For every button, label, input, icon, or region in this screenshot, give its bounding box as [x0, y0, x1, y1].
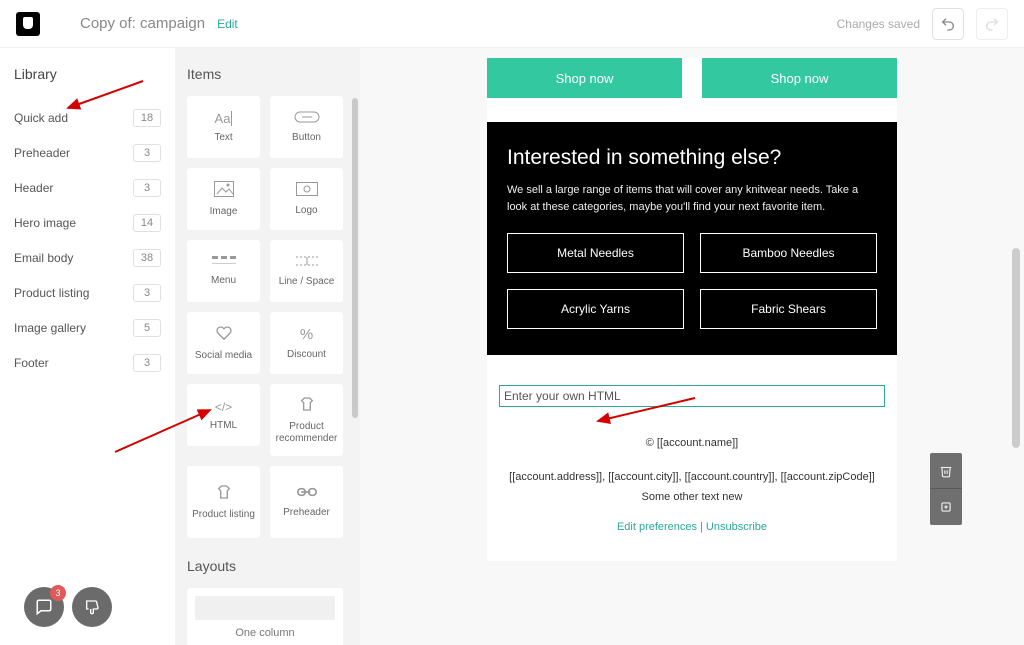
logo-icon [296, 182, 318, 199]
lib-item-quick-add[interactable]: Quick add18 [14, 100, 161, 135]
tile-discount[interactable]: %Discount [270, 312, 343, 374]
library-heading: Library [14, 66, 161, 82]
link-icon [297, 486, 317, 501]
undo-icon [940, 16, 956, 32]
tile-text[interactable]: AaText [187, 96, 260, 158]
heart-icon [215, 325, 233, 344]
block-toolbar [930, 453, 962, 525]
items-scrollbar[interactable] [352, 98, 358, 418]
category-btn-1[interactable]: Metal Needles [507, 233, 684, 273]
tile-button[interactable]: Button [270, 96, 343, 158]
section-body: We sell a large range of items that will… [507, 182, 877, 215]
lib-item-hero-image[interactable]: Hero image14 [14, 205, 161, 240]
app-logo[interactable] [16, 12, 40, 36]
feedback-thumbsdown-button[interactable] [72, 587, 112, 627]
menu-icon [212, 256, 236, 269]
lib-item-preheader[interactable]: Preheader3 [14, 135, 161, 170]
feedback-chat-button[interactable]: 3 [24, 587, 64, 627]
text-icon: Aa [215, 111, 233, 126]
tile-preheader[interactable]: Preheader [270, 466, 343, 538]
section-title: Interested in something else? [507, 146, 877, 170]
tile-html[interactable]: </>HTML [187, 384, 260, 446]
duplicate-block-button[interactable] [930, 489, 962, 525]
lib-item-product-listing[interactable]: Product listing3 [14, 275, 161, 310]
page-title: Copy of: campaign [80, 15, 205, 32]
canvas-scrollbar[interactable] [1012, 48, 1020, 645]
tile-image[interactable]: Image [187, 168, 260, 230]
undo-button[interactable] [932, 8, 964, 40]
edit-preferences-link[interactable]: Edit preferences [617, 521, 697, 533]
trash-icon [939, 464, 953, 478]
html-block-placeholder[interactable]: Enter your own HTML [499, 385, 885, 407]
unsubscribe-link[interactable]: Unsubscribe [706, 521, 767, 533]
chat-icon [35, 598, 53, 616]
tile-product-listing[interactable]: Product listing [187, 466, 260, 538]
layouts-heading: Layouts [187, 558, 348, 574]
items-panel: Items AaText Button Image Logo Menu Line… [175, 48, 360, 645]
items-heading: Items [187, 66, 348, 82]
tile-product-recommender[interactable]: Product recommender [270, 384, 343, 456]
lib-item-footer[interactable]: Footer3 [14, 345, 161, 380]
shop-now-button-2[interactable]: Shop now [702, 58, 897, 98]
redo-icon [984, 16, 1000, 32]
notification-badge: 3 [50, 585, 66, 601]
layout-one-column[interactable]: One column [187, 588, 343, 645]
lib-item-image-gallery[interactable]: Image gallery5 [14, 310, 161, 345]
library-panel: Library Quick add18 Preheader3 Header3 H… [0, 48, 175, 645]
editor-canvas[interactable]: Shop now Shop now Interested in somethin… [360, 48, 1024, 645]
footer-copyright: © [[account.name]] [507, 437, 877, 449]
tile-menu[interactable]: Menu [187, 240, 260, 302]
category-btn-3[interactable]: Acrylic Yarns [507, 289, 684, 329]
footer-address: [[account.address]], [[account.city]], [… [507, 471, 877, 483]
email-preview: Shop now Shop now Interested in somethin… [487, 58, 897, 561]
percent-icon: % [300, 326, 313, 343]
tile-line-space[interactable]: Line / Space [270, 240, 343, 302]
tile-logo[interactable]: Logo [270, 168, 343, 230]
duplicate-icon [939, 500, 953, 514]
category-btn-4[interactable]: Fabric Shears [700, 289, 877, 329]
footer-extra: Some other text new [507, 491, 877, 503]
shop-now-button-1[interactable]: Shop now [487, 58, 682, 98]
thumbs-down-icon [84, 599, 100, 615]
shirt-icon [298, 396, 316, 415]
save-status: Changes saved [837, 17, 920, 31]
button-icon [294, 111, 320, 126]
lib-item-header[interactable]: Header3 [14, 170, 161, 205]
shirt-icon [215, 484, 233, 503]
interest-section[interactable]: Interested in something else? We sell a … [487, 122, 897, 355]
code-icon: </> [215, 400, 232, 414]
tile-social-media[interactable]: Social media [187, 312, 260, 374]
category-btn-2[interactable]: Bamboo Needles [700, 233, 877, 273]
edit-title-link[interactable]: Edit [217, 17, 238, 31]
email-footer[interactable]: © [[account.name]] [[account.address]], … [487, 407, 897, 561]
line-icon [296, 255, 318, 270]
lib-item-email-body[interactable]: Email body38 [14, 240, 161, 275]
image-icon [214, 181, 234, 200]
redo-button[interactable] [976, 8, 1008, 40]
delete-block-button[interactable] [930, 453, 962, 489]
